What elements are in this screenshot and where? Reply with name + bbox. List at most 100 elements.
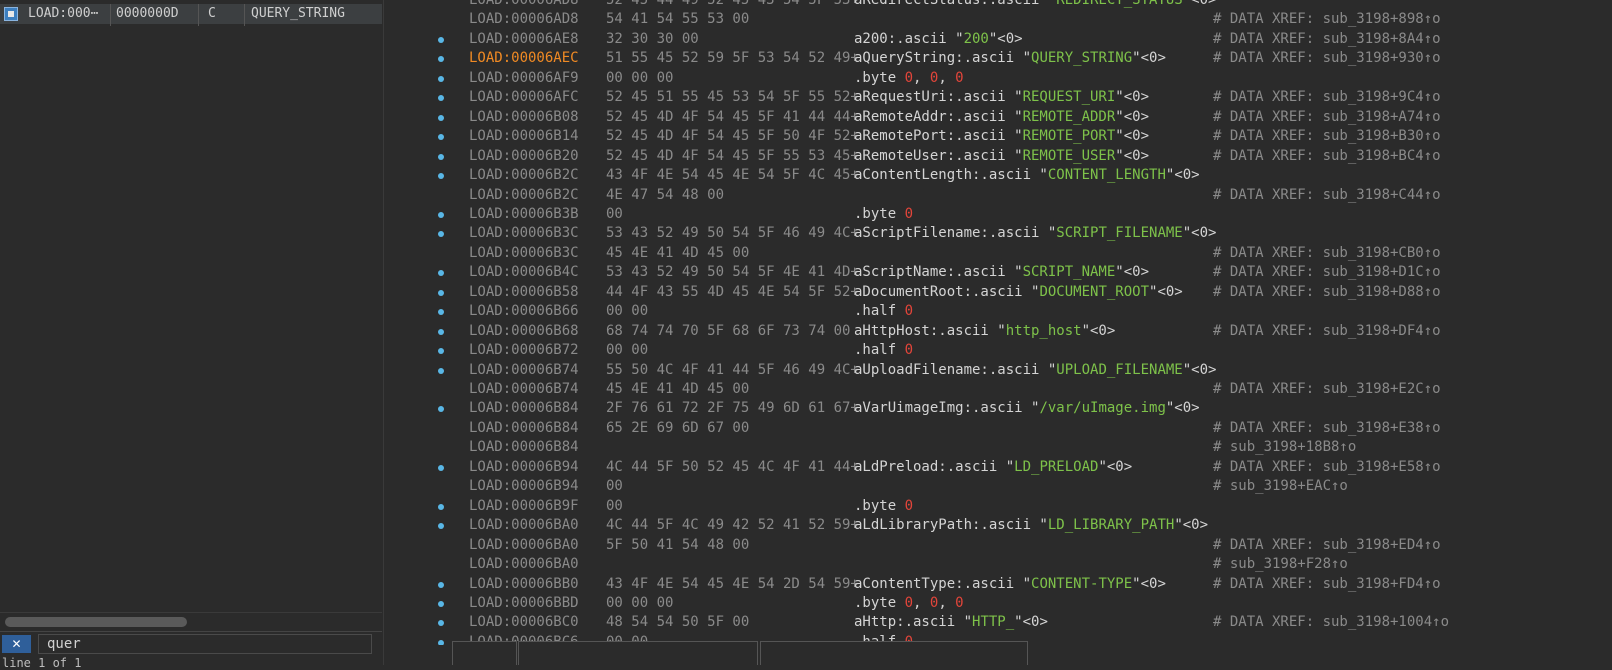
line-instruction[interactable]: aScriptName:.ascii "SCRIPT_NAME"<0> [854,263,1149,282]
disasm-line[interactable]: LOAD:00006B20 52 45 4D 4F 54 45 5F 55 53 … [384,147,1612,166]
line-instruction[interactable]: .byte 0, 0, 0 [854,69,964,88]
line-instruction[interactable]: a200:.ascii "200"<0> [854,30,1023,49]
disasm-line[interactable]: LOAD:00006B14 52 45 4D 4F 54 45 5F 50 4F … [384,127,1612,146]
disasm-line[interactable]: LOAD:00006AFC 52 45 51 55 45 53 54 5F 55 … [384,88,1612,107]
disasm-line[interactable]: LOAD:00006AE8 32 30 30 00 a200:.ascii "200… [384,30,1612,49]
xref-comment[interactable]: # DATA XREF: sub_3198+E58↑o [1213,458,1441,477]
line-instruction[interactable]: .half 0 [854,341,913,360]
bottom-tab[interactable] [518,641,758,665]
xref-comment[interactable]: # DATA XREF: sub_3198+D88↑o [1213,283,1441,302]
line-instruction[interactable]: aRemoteAddr:.ascii "REMOTE_ADDR"<0> [854,108,1149,127]
line-instruction[interactable]: aDocumentRoot:.ascii "DOCUMENT_ROOT"<0> [854,283,1183,302]
xref-comment[interactable]: # DATA XREF: sub_3198+CB0↑o [1213,244,1441,263]
disasm-line[interactable]: LOAD:00006B3C 45 4E 41 4D 45 00 # DATA XRE… [384,244,1612,263]
instruction-text: aRedirectStatus:.ascii " [854,0,1057,8]
xref-comment[interactable]: # DATA XREF: sub_3198+8A4↑o [1213,30,1441,49]
xref-comment[interactable]: # DATA XREF: sub_3198+930↑o [1213,49,1441,68]
line-instruction[interactable]: aHttp:.ascii "HTTP_"<0> [854,613,1048,632]
line-instruction[interactable]: aContentType:.ascii "CONTENT-TYPE"<0> [854,575,1166,594]
disasm-line[interactable]: LOAD:00006B84 2F 76 61 72 2F 75 49 6D 61 … [384,399,1612,418]
numeric-literal: 0 [904,69,914,86]
line-bytes: 43 4F 4E 54 45 4E 54 2D 54 59+ [606,575,859,592]
disasm-line[interactable]: LOAD:00006AF9 00 00 00 .byte 0, 0, 0 [384,69,1612,88]
xref-comment[interactable]: # DATA XREF: sub_3198+BC4↑o [1213,147,1441,166]
disasm-line[interactable]: LOAD:00006B3B 00 .byte 0 [384,205,1612,224]
bottom-tab[interactable] [452,641,517,665]
xref-comment[interactable]: # DATA XREF: sub_3198+D1C↑o [1213,263,1441,282]
line-address: LOAD:00006B84 [469,419,579,436]
line-instruction[interactable]: aRequestUri:.ascii "REQUEST_URI"<0> [854,88,1149,107]
disasm-line[interactable]: LOAD:00006B9F 00 .byte 0 [384,497,1612,516]
line-instruction[interactable]: aQueryString:.ascii "QUERY_STRING"<0> [854,49,1166,68]
line-marker-icon [438,503,444,510]
xref-comment[interactable]: # DATA XREF: sub_3198+ED4↑o [1213,536,1441,555]
disasm-line[interactable]: LOAD:00006B94 4C 44 5F 50 52 45 4C 4F 41 … [384,458,1612,477]
disasm-line[interactable]: LOAD:00006B68 68 74 74 70 5F 68 6F 73 74 … [384,322,1612,341]
line-bytes: 51 55 45 52 59 5F 53 54 52 49+ [606,50,859,67]
line-bytes: 45 4E 41 4D 45 00 [606,244,750,261]
disasm-line[interactable]: LOAD:00006BB0 43 4F 4E 54 45 4E 54 2D 54 … [384,575,1612,594]
disasm-line[interactable]: LOAD:00006BA0 4C 44 5F 4C 49 42 52 41 52 … [384,516,1612,535]
xref-comment[interactable]: # DATA XREF: sub_3198+C44↑o [1213,186,1441,205]
xref-comment[interactable]: # sub_3198+EAC↑o [1213,477,1348,496]
line-instruction[interactable]: aRemoteUser:.ascii "REMOTE_USER"<0> [854,147,1149,166]
line-instruction[interactable]: aScriptFilename:.ascii "SCRIPT_FILENAME"… [854,224,1216,243]
disasm-line[interactable]: LOAD:00006B72 00 00 .half 0 [384,341,1612,360]
disasm-line[interactable]: LOAD:00006B08 52 45 4D 4F 54 45 5F 41 44 … [384,108,1612,127]
line-instruction[interactable]: .byte 0 [854,497,913,516]
line-instruction[interactable]: aVarUimageImg:.ascii "/var/uImage.img"<0… [854,399,1200,418]
disasm-line[interactable]: LOAD:00006AD8 54 41 54 55 53 00 # DATA XRE… [384,10,1612,29]
line-instruction[interactable]: aRedirectStatus:.ascii "REDIRECT_STATUS"… [854,0,1216,10]
disasm-line[interactable]: LOAD:00006B2C 4E 47 54 48 00 # DATA XREF: … [384,186,1612,205]
xref-comment[interactable]: # DATA XREF: sub_3198+A74↑o [1213,108,1441,127]
line-bytes: 52 45 4D 4F 54 45 5F 41 44 44+ [606,108,859,125]
disassembly-view[interactable]: LOAD:00006AD8 52 45 44 49 52 45 43 54 5F … [384,0,1612,645]
xref-comment[interactable]: # DATA XREF: sub_3198+DF4↑o [1213,322,1441,341]
xref-comment[interactable]: # DATA XREF: sub_3198+1004↑o [1213,613,1449,632]
bottom-tab[interactable] [760,641,1028,665]
disasm-line[interactable]: LOAD:00006B84 65 2E 69 6D 67 00 # DATA XRE… [384,419,1612,438]
line-instruction[interactable]: aLdPreload:.ascii "LD_PRELOAD"<0> [854,458,1132,477]
line-instruction[interactable]: .half 0 [854,302,913,321]
xref-comment[interactable]: # DATA XREF: sub_3198+FD4↑o [1213,575,1441,594]
line-marker-icon [438,270,444,277]
disasm-line[interactable]: LOAD:00006BBD 00 00 00 .byte 0, 0, 0 [384,594,1612,613]
disasm-line[interactable]: LOAD:00006BA0 5F 50 41 54 48 00 # DATA XRE… [384,536,1612,555]
disasm-line[interactable]: LOAD:00006AEC 51 55 45 52 59 5F 53 54 52 … [384,49,1612,68]
string-entry-icon [4,7,18,21]
disasm-line[interactable]: LOAD:00006BC0 48 54 54 50 5F 00 aHttp:.asc… [384,613,1612,632]
line-instruction[interactable]: aHttpHost:.ascii "http_host"<0> [854,322,1115,341]
disasm-line[interactable]: LOAD:00006B66 00 00 .half 0 [384,302,1612,321]
disasm-line[interactable]: LOAD:00006B58 44 4F 43 55 4D 45 4E 54 5F … [384,283,1612,302]
xref-comment[interactable]: # DATA XREF: sub_3198+E2C↑o [1213,380,1441,399]
line-instruction[interactable]: aContentLength:.ascii "CONTENT_LENGTH"<0… [854,166,1200,185]
disasm-line[interactable]: LOAD:00006BA0 # sub_3198+F28↑o [384,555,1612,574]
instruction-text: "<0> [1149,283,1183,300]
disasm-line[interactable]: LOAD:00006B94 00 # sub_3198+EAC↑o [384,477,1612,496]
xref-comment[interactable]: # DATA XREF: sub_3198+B30↑o [1213,127,1441,146]
xref-comment[interactable]: # DATA XREF: sub_3198+898↑o [1213,10,1441,29]
xref-comment[interactable]: # DATA XREF: sub_3198+9C4↑o [1213,88,1441,107]
line-marker-icon [438,620,444,627]
xref-comment[interactable]: # sub_3198+F28↑o [1213,555,1348,574]
filter-input[interactable] [38,634,372,654]
horizontal-scrollbar[interactable] [0,612,382,630]
disasm-line[interactable]: LOAD:00006B84 # sub_3198+18B8↑o [384,438,1612,457]
line-instruction[interactable]: aLdLibraryPath:.ascii "LD_LIBRARY_PATH"<… [854,516,1208,535]
line-instruction[interactable]: aRemotePort:.ascii "REMOTE_PORT"<0> [854,127,1149,146]
line-instruction[interactable]: .byte 0, 0, 0 [854,594,964,613]
xref-comment[interactable]: # sub_3198+18B8↑o [1213,438,1356,457]
scrollbar-thumb[interactable] [5,617,187,627]
disasm-line[interactable]: LOAD:00006B3C 53 43 52 49 50 54 5F 46 49 … [384,224,1612,243]
line-instruction[interactable]: aUploadFilename:.ascii "UPLOAD_FILENAME"… [854,361,1216,380]
disasm-line[interactable]: LOAD:00006B4C 53 43 52 49 50 54 5F 4E 41 … [384,263,1612,282]
disasm-line[interactable]: LOAD:00006B74 45 4E 41 4D 45 00 # DATA XRE… [384,380,1612,399]
line-bytes: 52 45 4D 4F 54 45 5F 55 53 45+ [606,147,859,164]
strings-table-row[interactable]: LOAD:000⋯ 0000000D C QUERY_STRING [0,4,382,26]
disasm-line[interactable]: LOAD:00006B74 55 50 4C 4F 41 44 5F 46 49 … [384,361,1612,380]
disasm-line[interactable]: LOAD:00006AD8 52 45 44 49 52 45 43 54 5F … [384,0,1612,10]
disasm-line[interactable]: LOAD:00006B2C 43 4F 4E 54 45 4E 54 5F 4C … [384,166,1612,185]
line-instruction[interactable]: .byte 0 [854,205,913,224]
close-filter-icon[interactable]: ✕ [2,635,31,653]
xref-comment[interactable]: # DATA XREF: sub_3198+E38↑o [1213,419,1441,438]
